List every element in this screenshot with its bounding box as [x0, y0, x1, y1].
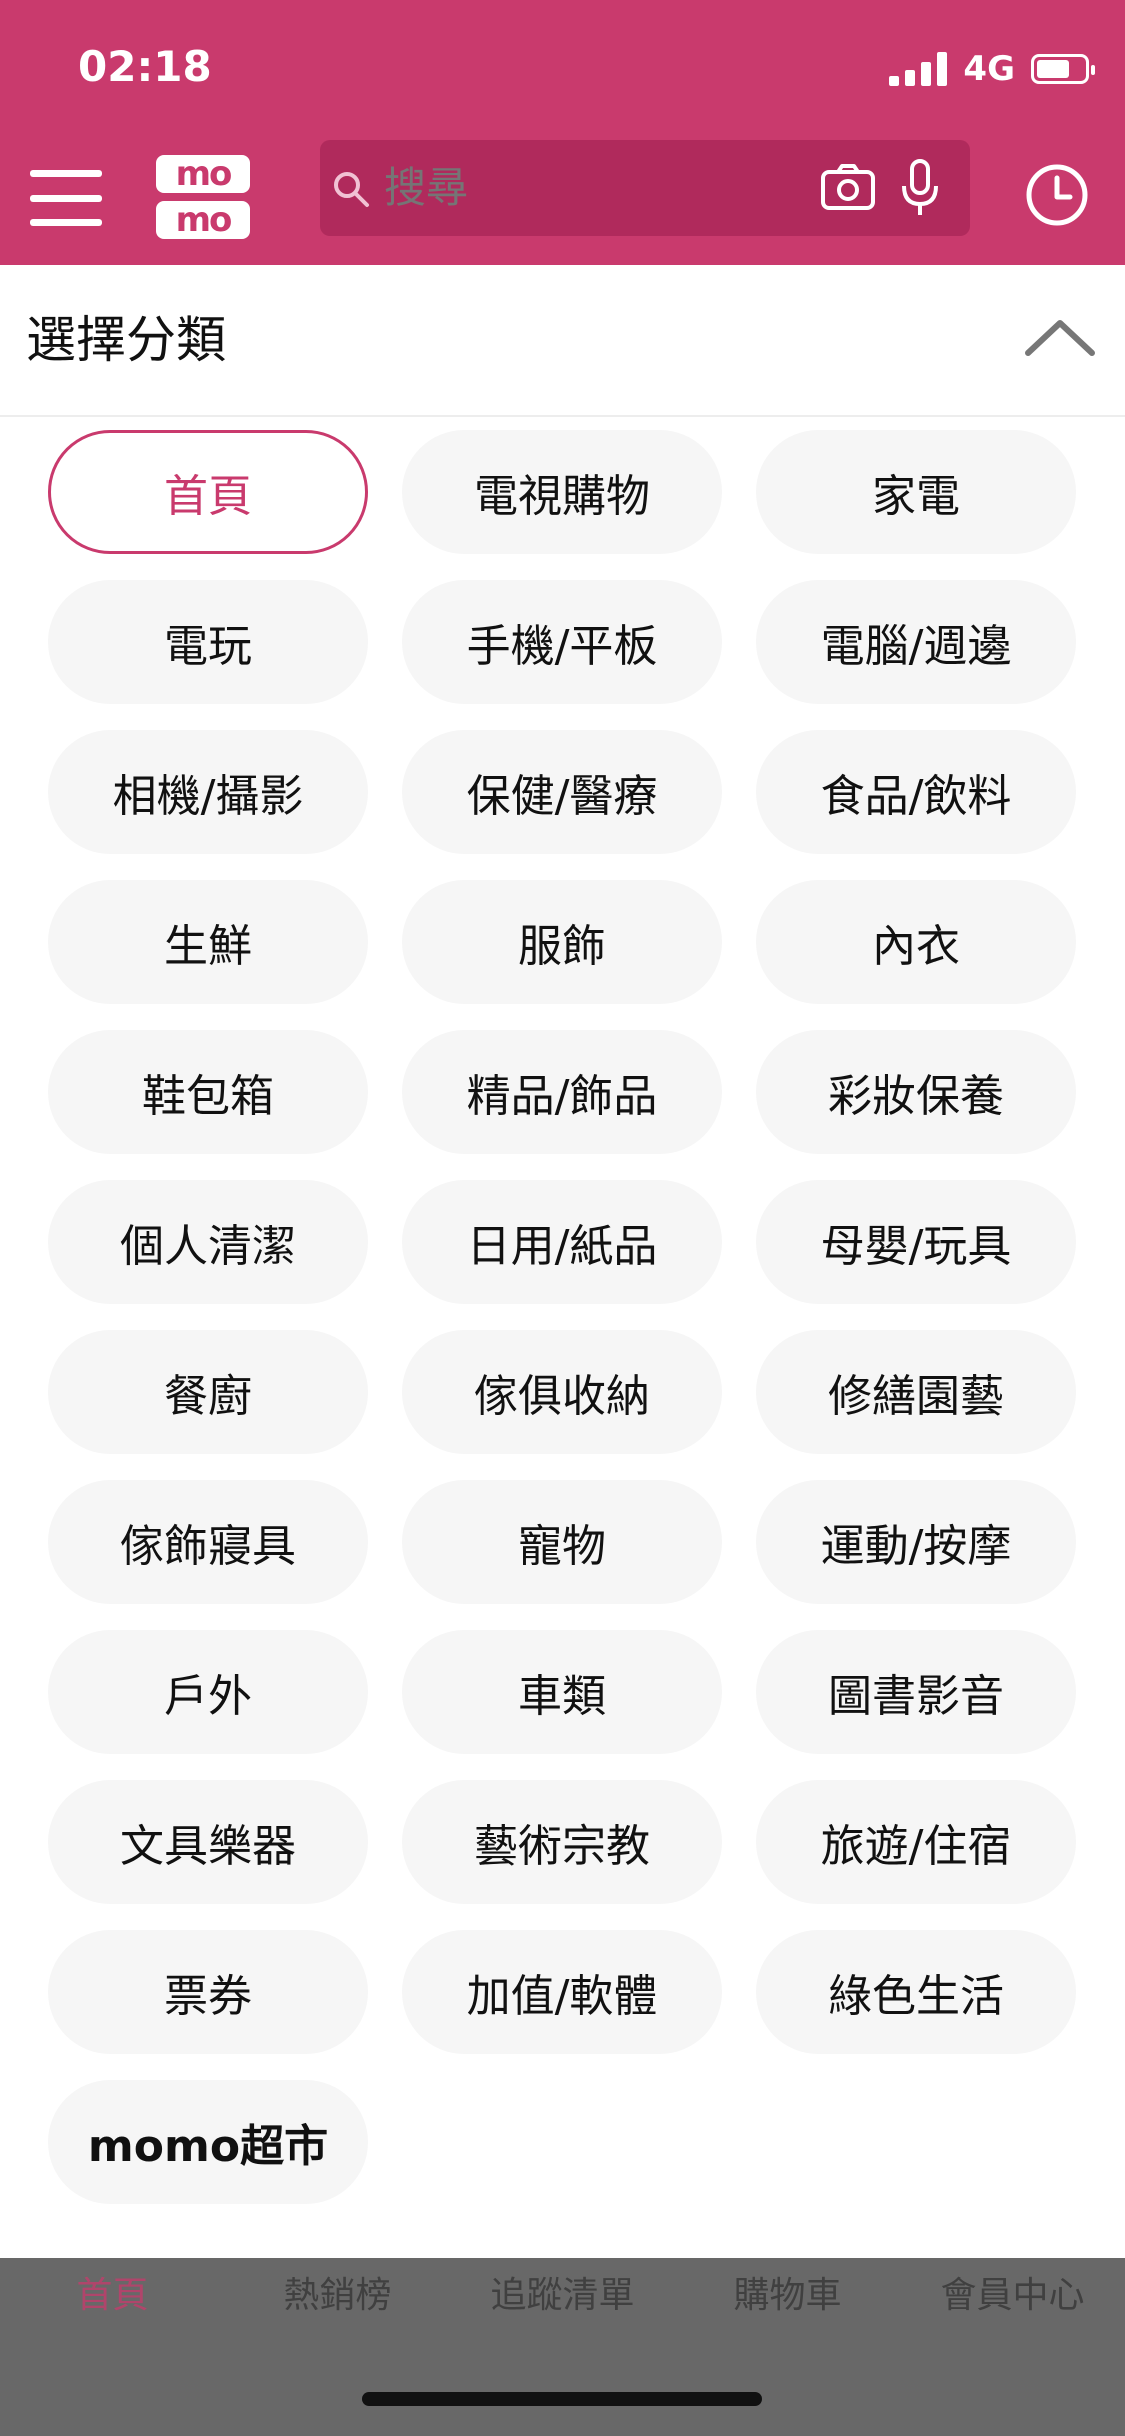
category-pill[interactable]: 旅遊/住宿	[756, 1780, 1076, 1904]
category-pill[interactable]: 電視購物	[402, 430, 722, 554]
category-pill[interactable]: 母嬰/玩具	[756, 1180, 1076, 1304]
category-pill[interactable]: 家電	[756, 430, 1076, 554]
tab-item[interactable]: 追蹤清單	[450, 2268, 675, 2324]
category-pill[interactable]: 車類	[402, 1630, 722, 1754]
category-pill[interactable]: 戶外	[48, 1630, 368, 1754]
clock-icon[interactable]	[1024, 162, 1090, 228]
home-indicator	[362, 2392, 762, 2406]
category-header: 選擇分類	[0, 265, 1125, 417]
search-icon	[334, 172, 369, 207]
category-pill[interactable]: 電玩	[48, 580, 368, 704]
camera-icon[interactable]	[820, 162, 876, 212]
category-pill[interactable]: 內衣	[756, 880, 1076, 1004]
category-pill[interactable]: 餐廚	[48, 1330, 368, 1454]
tab-item[interactable]: 首頁	[0, 2268, 225, 2324]
chevron-up-icon[interactable]	[1022, 313, 1098, 361]
logo-top: mo	[156, 155, 250, 193]
category-pill[interactable]: momo超市	[48, 2080, 368, 2204]
category-title: 選擇分類	[26, 311, 226, 369]
category-pill[interactable]: 首頁	[48, 430, 368, 554]
battery-icon	[1031, 54, 1095, 84]
category-pill[interactable]: 加值/軟體	[402, 1930, 722, 2054]
category-pill[interactable]: 精品/飾品	[402, 1030, 722, 1154]
status-time: 02:18	[78, 42, 212, 91]
tab-item[interactable]: 購物車	[675, 2268, 900, 2324]
category-pill[interactable]: 服飾	[402, 880, 722, 1004]
category-pill[interactable]: 運動/按摩	[756, 1480, 1076, 1604]
category-pill[interactable]: 修繕園藝	[756, 1330, 1076, 1454]
category-pill[interactable]: 相機/攝影	[48, 730, 368, 854]
category-pill[interactable]: 寵物	[402, 1480, 722, 1604]
momo-logo[interactable]: mo mo	[156, 155, 250, 239]
microphone-icon[interactable]	[900, 158, 940, 218]
category-pill[interactable]: 圖書影音	[756, 1630, 1076, 1754]
category-pill[interactable]: 個人清潔	[48, 1180, 368, 1304]
search-bar[interactable]	[320, 140, 970, 236]
category-pill[interactable]: 藝術宗教	[402, 1780, 722, 1904]
tab-item[interactable]: 會員中心	[900, 2268, 1125, 2324]
search-input[interactable]	[382, 158, 746, 218]
category-pill[interactable]: 彩妝保養	[756, 1030, 1076, 1154]
category-pill[interactable]: 食品/飲料	[756, 730, 1076, 854]
app-header: 02:18 4G mo mo	[0, 0, 1125, 265]
status-indicators: 4G	[889, 44, 1095, 94]
category-pill[interactable]: 鞋包箱	[48, 1030, 368, 1154]
category-pill[interactable]: 傢俱收納	[402, 1330, 722, 1454]
logo-bottom: mo	[156, 201, 250, 239]
tab-item[interactable]: 熱銷榜	[225, 2268, 450, 2324]
category-pill[interactable]: 傢飾寢具	[48, 1480, 368, 1604]
category-pill[interactable]: 綠色生活	[756, 1930, 1076, 2054]
category-pill[interactable]: 票券	[48, 1930, 368, 2054]
category-pill[interactable]: 手機/平板	[402, 580, 722, 704]
category-pill[interactable]: 日用/紙品	[402, 1180, 722, 1304]
category-pill[interactable]: 文具樂器	[48, 1780, 368, 1904]
network-label: 4G	[963, 49, 1015, 89]
category-pill[interactable]: 保健/醫療	[402, 730, 722, 854]
menu-icon[interactable]	[30, 170, 102, 226]
category-pill[interactable]: 電腦/週邊	[756, 580, 1076, 704]
category-pill[interactable]: 生鮮	[48, 880, 368, 1004]
signal-icon	[889, 52, 948, 86]
